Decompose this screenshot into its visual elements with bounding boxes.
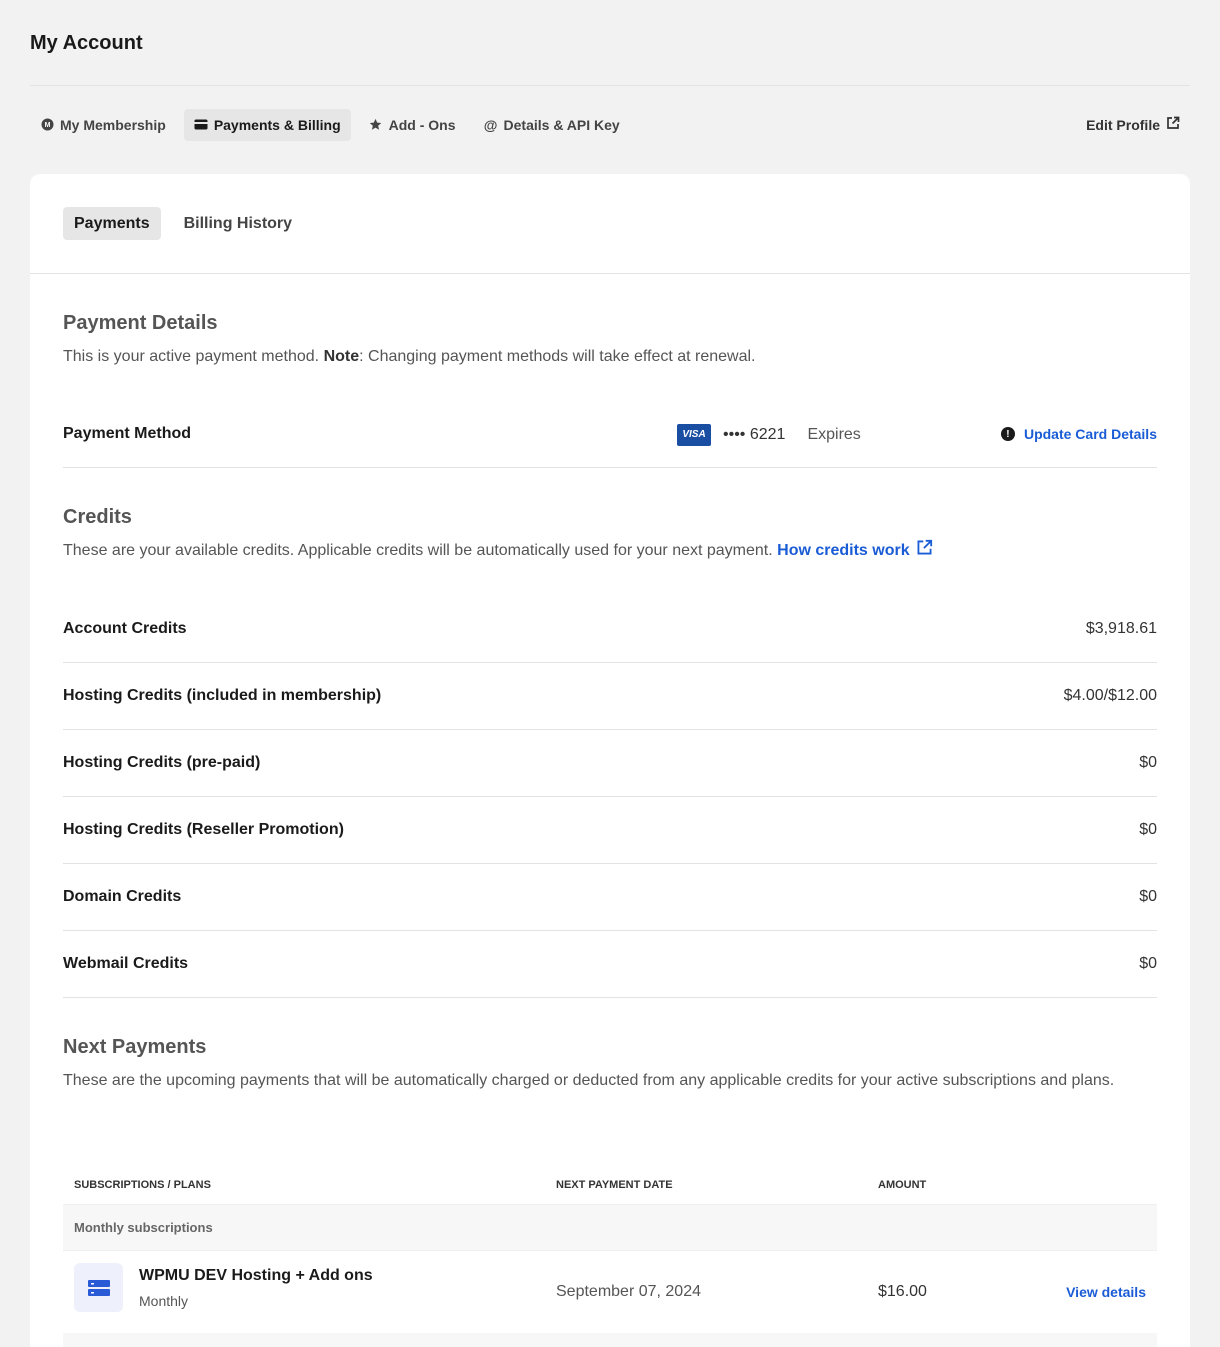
credit-row: Account Credits $3,918.61: [63, 596, 1157, 663]
alert-icon: !: [1000, 427, 1015, 441]
subscription-period: Monthly: [139, 1293, 189, 1309]
section-desc: These are your available credits. Applic…: [63, 535, 1157, 567]
tab-label: Details & API Key: [503, 116, 620, 133]
desc-note: Note: [323, 348, 360, 365]
column-header: Next Payment Date: [556, 1179, 673, 1191]
table-row: [63, 1333, 1157, 1347]
subscription-name: WPMU DEV Hosting + Add ons: [139, 1267, 373, 1284]
payment-card: VISA •••• 6221 Expires: [677, 401, 861, 468]
page-title: My Account: [30, 32, 143, 54]
sub-tabs: Payments Billing History: [63, 207, 303, 240]
main-nav: M My Membership Payments & Billing Add -…: [30, 108, 1190, 141]
update-card-link[interactable]: ! Update Card Details: [1000, 426, 1157, 442]
credit-label: Domain Credits: [63, 888, 182, 905]
desc-suffix: : Changing payment methods will take eff…: [359, 348, 756, 365]
credit-row: Webmail Credits $0: [63, 931, 1157, 998]
view-details-link[interactable]: View details: [1066, 1284, 1146, 1300]
tab-payments-billing[interactable]: Payments & Billing: [183, 108, 351, 141]
credit-label: Hosting Credits (Reseller Promotion): [63, 821, 344, 838]
next-payment-date: September 07, 2024: [556, 1283, 701, 1300]
credit-value: $3,918.61: [1085, 620, 1157, 637]
credit-label: Account Credits: [63, 620, 187, 637]
card-number: •••• 6221: [723, 425, 786, 443]
tab-add-ons[interactable]: Add - Ons: [359, 109, 466, 141]
credit-label: Hosting Credits (included in membership): [63, 687, 382, 704]
membership-icon: M: [40, 118, 54, 132]
content-card: Payments Billing History Payment Details…: [30, 174, 1190, 1347]
visa-icon: VISA: [677, 423, 711, 446]
how-credits-work-link[interactable]: How credits work: [777, 539, 933, 559]
tab-label: Payments & Billing: [213, 116, 341, 133]
credit-row: Hosting Credits (Reseller Promotion) $0: [63, 797, 1157, 864]
credit-row: Domain Credits $0: [63, 864, 1157, 931]
top-divider: [30, 85, 1190, 86]
section-desc: These are the upcoming payments that wil…: [63, 1072, 1115, 1089]
column-header: Subscriptions / Plans: [74, 1179, 211, 1191]
next-payments-section: Next Payments These are the upcoming pay…: [63, 1036, 1157, 1097]
credit-value: $0: [1139, 754, 1157, 771]
tab-my-membership[interactable]: M My Membership: [30, 109, 176, 141]
external-link-icon: [917, 539, 933, 555]
tab-label: My Membership: [60, 116, 166, 133]
link-label: How credits work: [777, 542, 910, 559]
edit-profile-label: Edit Profile: [1086, 116, 1160, 133]
credit-label: Webmail Credits: [63, 955, 189, 972]
credit-value: $0: [1139, 888, 1157, 905]
table-row: WPMU DEV Hosting + Add ons Monthly Septe…: [63, 1251, 1157, 1333]
credit-value: $4.00/$12.00: [1063, 687, 1157, 704]
payment-amount: $16.00: [878, 1283, 927, 1300]
credit-value: $0: [1139, 821, 1157, 838]
column-header: Amount: [878, 1179, 927, 1191]
group-row: Monthly subscriptions: [63, 1204, 1157, 1251]
update-card-label: Update Card Details: [1023, 426, 1157, 442]
tab-details-api-key[interactable]: @ Details & API Key: [474, 109, 630, 141]
table-header: Subscriptions / Plans Next Payment Date …: [63, 1174, 1157, 1204]
credits-desc: These are your available credits. Applic…: [63, 542, 778, 559]
section-title: Payment Details: [63, 312, 218, 334]
card-divider: [30, 273, 1190, 274]
card-expires: Expires: [807, 425, 861, 443]
desc-prefix: This is your active payment method.: [63, 348, 324, 365]
credit-row: Hosting Credits (pre-paid) $0: [63, 730, 1157, 797]
card-icon: [194, 118, 208, 132]
payment-details-section: Payment Details This is your active paym…: [63, 312, 1157, 373]
at-icon: @: [483, 116, 498, 133]
tab-label: Add - Ons: [388, 116, 456, 133]
credit-row: Hosting Credits (included in membership)…: [63, 663, 1157, 730]
star-icon: [369, 118, 383, 132]
svg-text:M: M: [44, 122, 50, 129]
credit-value: $0: [1139, 955, 1157, 972]
edit-profile-link[interactable]: Edit Profile: [1086, 116, 1190, 133]
subtab-payments[interactable]: Payments: [63, 207, 161, 240]
payment-method-label: Payment Method: [63, 425, 192, 442]
payment-method-row: Payment Method VISA •••• 6221 Expires ! …: [63, 401, 1157, 468]
section-title: Credits: [63, 506, 132, 528]
section-title: Next Payments: [63, 1036, 207, 1058]
section-desc: This is your active payment method. Note…: [63, 341, 1157, 373]
server-icon: [74, 1263, 123, 1312]
credits-section: Credits These are your available credits…: [63, 506, 1157, 567]
credit-label: Hosting Credits (pre-paid): [63, 754, 261, 771]
external-link-icon: [1160, 116, 1180, 133]
subtab-billing-history[interactable]: Billing History: [173, 207, 303, 240]
